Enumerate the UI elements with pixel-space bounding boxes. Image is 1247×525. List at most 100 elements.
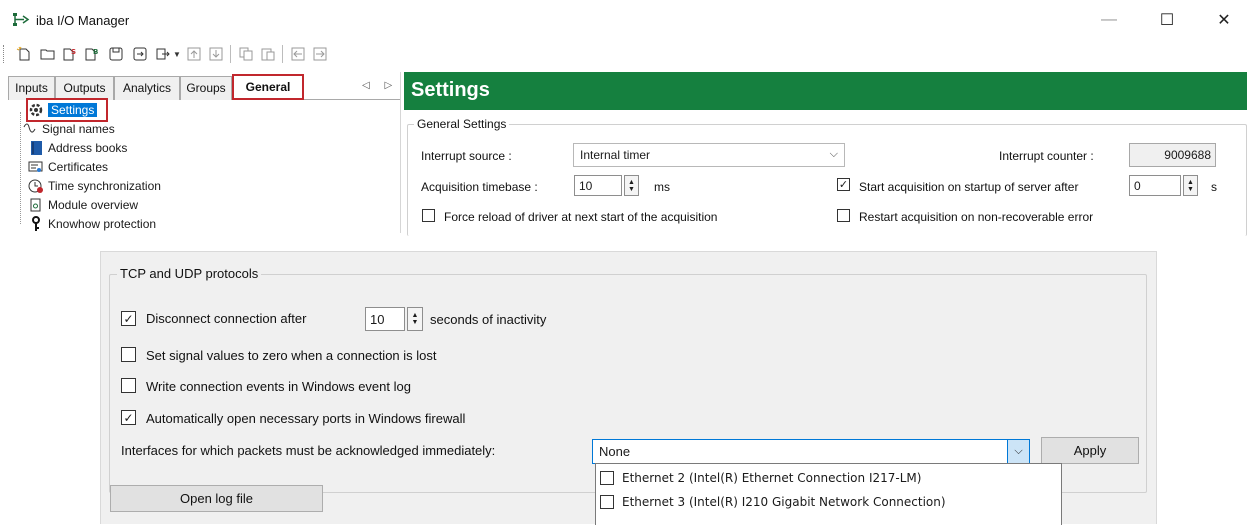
toolbar-separator [230,45,231,63]
signal-icon [22,121,38,137]
zero-values-label: Set signal values to zero when a connect… [146,348,437,363]
spin-down-icon: ▼ [411,319,419,326]
spin-down-icon: ▼ [628,185,635,193]
new-file-icon [16,46,30,61]
close-icon: ✕ [1217,12,1231,29]
disconnect-seconds-spinner[interactable]: ▲ ▼ [407,307,423,331]
maximize-button[interactable]: ☐ [1144,6,1190,34]
svg-text:B: B [93,48,98,56]
toolbar-grip[interactable] [3,45,6,63]
tab-outputs[interactable]: Outputs [55,76,114,100]
gear-icon [28,102,44,118]
tree-item-certificates[interactable]: Certificates [28,157,108,176]
interfaces-value: None [599,444,631,459]
tab-analytics[interactable]: Analytics [114,76,180,100]
svg-text:S: S [71,48,76,56]
move-down-button[interactable] [206,44,226,64]
interfaces-select[interactable]: None ⌵ [592,439,1030,464]
arrow-up-icon [187,47,201,61]
back-button[interactable] [288,44,308,64]
tab-scroll-arrows[interactable]: ◁ ▷ [362,80,398,91]
tree-item-module-overview[interactable]: Module overview [28,195,138,214]
dropdown-option[interactable]: Ethernet 3 (Intel(R) I210 Gigabit Networ… [600,491,946,513]
disconnect-seconds-input[interactable]: 10 [365,307,405,331]
option-label: Ethernet 3 (Intel(R) I210 Gigabit Networ… [622,495,946,509]
timebase-unit: ms [654,180,670,194]
copy-icon [239,47,253,61]
minimize-button[interactable]: — [1086,6,1132,34]
option-label: Ethernet 2 (Intel(R) Ethernet Connection… [622,471,922,485]
option-checkbox[interactable] [600,495,614,509]
folder-icon [40,49,55,60]
settings-header [404,72,1247,110]
new-button[interactable] [14,44,34,64]
spin-down-icon: ▼ [1187,185,1194,193]
import-button[interactable] [130,44,150,64]
copy-button[interactable] [236,44,256,64]
tree-label: Module overview [48,197,139,212]
export-b-button[interactable]: B [82,44,102,64]
chevron-down-icon[interactable]: ⌵ [1007,440,1029,463]
timebase-input[interactable]: 10 [574,175,622,196]
event-log-label: Write connection events in Windows event… [146,379,411,394]
save-button[interactable] [106,44,126,64]
start-delay-spinner[interactable]: ▲ ▼ [1183,175,1198,196]
tab-groups[interactable]: Groups [180,76,232,100]
timebase-label: Acquisition timebase : [421,180,538,194]
tree-item-settings[interactable]: Settings [28,100,98,119]
dropdown-arrow-icon[interactable]: ▼ [173,50,181,59]
app-icon [13,13,30,26]
tree-item-time-synchronization[interactable]: Time synchronization [28,176,161,195]
tcp-udp-panel: TCP and UDP protocols ✓ Disconnect conne… [100,251,1157,525]
paste-button[interactable] [258,44,278,64]
start-on-startup-checkbox[interactable]: ✓ [837,178,850,191]
tree-item-address-books[interactable]: Address books [28,138,127,157]
open-log-file-button[interactable]: Open log file [110,485,323,512]
tab-general[interactable]: General [232,74,304,100]
disconnect-checkbox[interactable]: ✓ [121,311,136,326]
arrow-right-icon [313,47,327,61]
apply-arrow-button[interactable] [153,44,173,64]
apply-button[interactable]: Apply [1041,437,1139,464]
timebase-spinner[interactable]: ▲ ▼ [624,175,639,196]
tree-item-knowhow-protection[interactable]: Knowhow protection [28,214,156,233]
interrupt-counter-value: 9009688 [1129,143,1216,167]
open-button[interactable] [38,44,58,64]
dropdown-option[interactable]: Ethernet 2 (Intel(R) Ethernet Connection… [600,467,921,489]
force-reload-checkbox[interactable] [422,209,435,222]
key-icon [28,215,44,232]
toolbar-separator [282,45,283,63]
forward-button[interactable] [310,44,330,64]
maximize-icon: ☐ [1159,12,1175,29]
tree-label: Certificates [48,159,109,174]
certificate-icon [28,159,44,175]
close-button[interactable]: ✕ [1201,6,1247,34]
tab-inputs[interactable]: Inputs [8,76,55,100]
start-delay-unit: s [1211,180,1217,194]
disconnect-suffix: seconds of inactivity [430,312,547,327]
page-title: Settings [411,79,490,101]
arrow-down-icon [209,47,223,61]
clock-icon [28,178,44,194]
start-on-startup-label: Start acquisition on startup of server a… [859,180,1079,194]
tree-item-signal-names[interactable]: Signal names [22,119,115,138]
event-log-checkbox[interactable] [121,378,136,393]
chevron-down-icon: ⌵ [829,148,838,160]
firewall-checkbox[interactable]: ✓ [121,410,136,425]
interrupt-counter-label: Interrupt counter : [999,149,1094,163]
restart-checkbox[interactable] [837,209,850,222]
minimize-icon: — [1101,11,1117,28]
window-title: iba I/O Manager [36,13,130,28]
start-delay-input[interactable]: 0 [1129,175,1181,196]
interfaces-dropdown-list: Ethernet 2 (Intel(R) Ethernet Connection… [595,463,1062,525]
option-checkbox[interactable] [600,471,614,485]
interfaces-label: Interfaces for which packets must be ack… [121,443,496,458]
zero-values-checkbox[interactable] [121,347,136,362]
import-icon [133,47,147,61]
spin-up-icon: ▲ [1187,178,1194,186]
interrupt-source-select[interactable]: Internal timer ⌵ [573,143,845,167]
arrow-right-icon [156,48,170,60]
move-up-button[interactable] [184,44,204,64]
export-s-button[interactable]: S [60,44,80,64]
paste-icon [261,48,275,61]
